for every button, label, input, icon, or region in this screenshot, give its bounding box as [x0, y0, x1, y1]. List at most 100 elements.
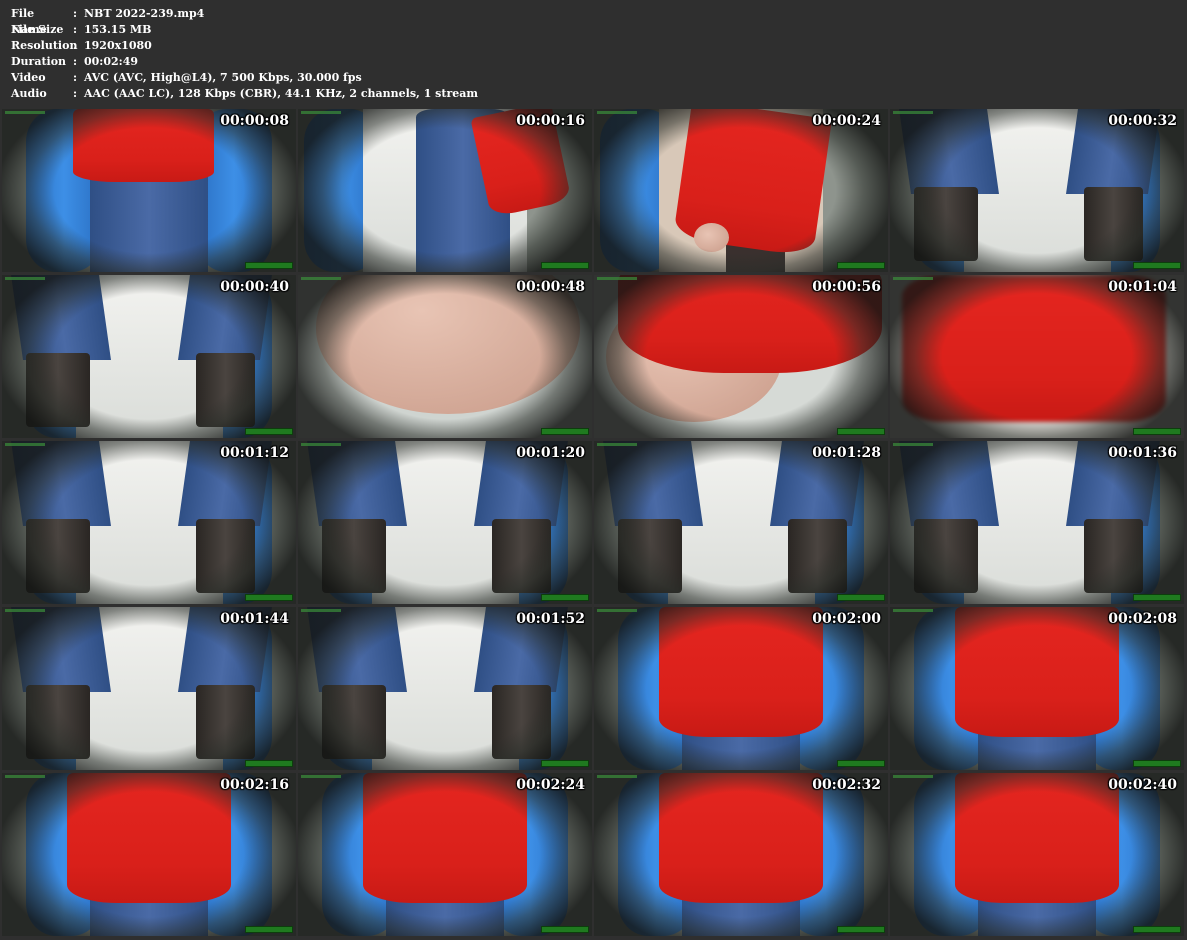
- video-thumbnail: 00:02:00: [594, 607, 888, 770]
- lens-vignette: [2, 607, 296, 770]
- lens-vignette: [594, 109, 888, 272]
- timestamp-label: 00:01:12: [220, 445, 289, 461]
- lens-vignette: [594, 441, 888, 604]
- info-value: 00:02:49: [84, 55, 139, 68]
- overlay-bar: [541, 594, 589, 601]
- timestamp-label: 00:00:56: [812, 279, 881, 295]
- lens-vignette: [890, 275, 1184, 438]
- overlay-tag: [597, 111, 637, 114]
- overlay-tag: [893, 775, 933, 778]
- info-value: AVC (AVC, High@L4), 7 500 Kbps, 30.000 f…: [84, 71, 362, 84]
- overlay-tag: [597, 443, 637, 446]
- lens-vignette: [2, 773, 296, 936]
- timestamp-label: 00:02:00: [812, 611, 881, 627]
- video-thumbnail: 00:02:16: [2, 773, 296, 936]
- video-thumbnail: 00:00:48: [298, 275, 592, 438]
- lens-vignette: [2, 109, 296, 272]
- info-row: Duration:00:02:49: [11, 54, 478, 70]
- info-separator: :: [73, 7, 78, 20]
- overlay-bar: [541, 760, 589, 767]
- timestamp-label: 00:01:04: [1108, 279, 1177, 295]
- overlay-bar: [245, 262, 293, 269]
- overlay-bar: [245, 428, 293, 435]
- lens-vignette: [890, 607, 1184, 770]
- video-thumbnail: 00:01:44: [2, 607, 296, 770]
- video-thumbnail: 00:00:24: [594, 109, 888, 272]
- overlay-bar: [245, 594, 293, 601]
- overlay-bar: [541, 262, 589, 269]
- info-value: AAC (AAC LC), 128 Kbps (CBR), 44.1 KHz, …: [84, 87, 479, 100]
- overlay-bar: [837, 594, 885, 601]
- video-thumbnail: 00:02:08: [890, 607, 1184, 770]
- video-thumbnail: 00:00:56: [594, 275, 888, 438]
- overlay-bar: [837, 926, 885, 933]
- timestamp-label: 00:00:24: [812, 113, 881, 129]
- overlay-bar: [1133, 760, 1181, 767]
- video-thumbnail: 00:00:40: [2, 275, 296, 438]
- video-thumbnail: 00:02:40: [890, 773, 1184, 936]
- lens-vignette: [890, 109, 1184, 272]
- overlay-tag: [5, 111, 45, 114]
- info-row: File Name: NBT 2022-239.mp4: [11, 6, 478, 36]
- video-thumbnail: 00:00:16: [298, 109, 592, 272]
- overlay-tag: [5, 775, 45, 778]
- timestamp-label: 00:01:20: [516, 445, 585, 461]
- overlay-bar: [1133, 262, 1181, 269]
- info-key: Video: [11, 71, 46, 84]
- lens-vignette: [594, 773, 888, 936]
- timestamp-label: 00:01:44: [220, 611, 289, 627]
- lens-vignette: [298, 109, 592, 272]
- lens-vignette: [298, 275, 592, 438]
- info-row: Resolution:1920x1080: [11, 38, 478, 54]
- overlay-bar: [837, 428, 885, 435]
- timestamp-label: 00:01:28: [812, 445, 881, 461]
- overlay-tag: [5, 443, 45, 446]
- overlay-tag: [301, 609, 341, 612]
- lens-vignette: [890, 441, 1184, 604]
- video-thumbnail: 00:01:12: [2, 441, 296, 604]
- overlay-tag: [301, 111, 341, 114]
- video-thumbnail: 00:00:32: [890, 109, 1184, 272]
- timestamp-label: 00:02:32: [812, 777, 881, 793]
- lens-vignette: [890, 773, 1184, 936]
- lens-vignette: [2, 275, 296, 438]
- video-thumbnail: 00:01:52: [298, 607, 592, 770]
- info-row: File Size:153.15 MB: [11, 22, 478, 38]
- overlay-tag: [893, 443, 933, 446]
- info-separator: :: [73, 23, 78, 36]
- lens-vignette: [2, 441, 296, 604]
- timestamp-label: 00:02:08: [1108, 611, 1177, 627]
- overlay-bar: [245, 760, 293, 767]
- info-separator: :: [73, 71, 78, 84]
- overlay-tag: [893, 111, 933, 114]
- overlay-bar: [541, 926, 589, 933]
- lens-vignette: [298, 441, 592, 604]
- timestamp-label: 00:02:16: [220, 777, 289, 793]
- overlay-tag: [893, 609, 933, 612]
- info-key: File Name: [11, 7, 47, 36]
- info-separator: :: [73, 87, 78, 100]
- overlay-bar: [1133, 428, 1181, 435]
- overlay-tag: [5, 277, 45, 280]
- overlay-tag: [597, 609, 637, 612]
- overlay-bar: [1133, 926, 1181, 933]
- timestamp-label: 00:02:24: [516, 777, 585, 793]
- video-thumbnail: 00:02:32: [594, 773, 888, 936]
- overlay-bar: [837, 262, 885, 269]
- lens-vignette: [298, 607, 592, 770]
- lens-vignette: [594, 607, 888, 770]
- timestamp-label: 00:02:40: [1108, 777, 1177, 793]
- overlay-tag: [597, 775, 637, 778]
- overlay-bar: [541, 428, 589, 435]
- info-key: File Size: [11, 23, 64, 36]
- timestamp-label: 00:00:32: [1108, 113, 1177, 129]
- info-key: Resolution: [11, 39, 78, 52]
- overlay-tag: [597, 277, 637, 280]
- video-thumbnail: 00:01:20: [298, 441, 592, 604]
- overlay-tag: [301, 443, 341, 446]
- overlay-tag: [301, 277, 341, 280]
- info-key: Duration: [11, 55, 67, 68]
- timestamp-label: 00:01:52: [516, 611, 585, 627]
- info-separator: :: [73, 55, 78, 68]
- overlay-bar: [1133, 594, 1181, 601]
